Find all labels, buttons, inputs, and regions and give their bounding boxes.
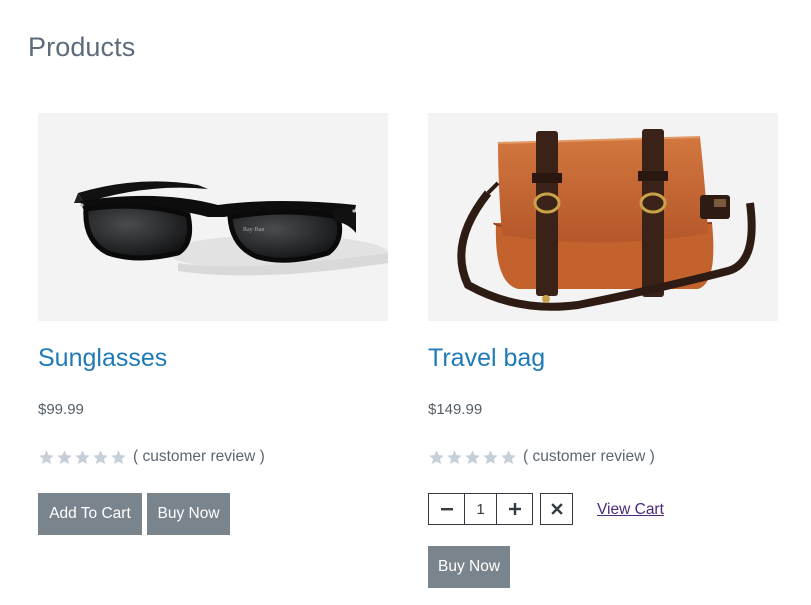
star-icon	[483, 449, 498, 464]
star-icon	[429, 449, 444, 464]
view-cart-link[interactable]: View Cart	[597, 501, 664, 519]
travel-bag-image	[457, 129, 756, 311]
add-to-cart-button[interactable]: Add To Cart	[38, 493, 142, 535]
star-icon	[501, 449, 516, 464]
product-rating: ( customer review )	[38, 447, 265, 467]
star-rating	[428, 449, 517, 466]
svg-text:Ray·Ban: Ray·Ban	[243, 227, 264, 233]
remove-from-cart-button[interactable]	[540, 493, 573, 525]
quantity-value[interactable]: 1	[464, 494, 497, 524]
product-card-sunglasses: Ray·Ban Sunglasses $99.99 ( customer rev…	[38, 113, 388, 535]
product-name-link[interactable]: Travel bag	[428, 344, 545, 373]
product-name-link[interactable]: Sunglasses	[38, 344, 167, 373]
star-icon	[465, 449, 480, 464]
increment-button[interactable]	[497, 494, 532, 524]
star-icon	[57, 449, 72, 464]
star-icon	[93, 449, 108, 464]
minus-icon	[440, 508, 453, 511]
page-title: Products	[28, 32, 136, 62]
sunglasses-image: Ray·Ban	[74, 181, 388, 276]
customer-review-count: ( customer review )	[523, 448, 655, 465]
star-rating	[38, 449, 127, 466]
star-icon	[111, 449, 126, 464]
plus-icon	[508, 503, 521, 515]
close-icon	[550, 503, 563, 515]
star-icon	[75, 449, 90, 464]
product-rating: ( customer review )	[428, 447, 655, 467]
buy-now-button[interactable]: Buy Now	[428, 546, 510, 588]
star-icon	[39, 449, 54, 464]
star-icon	[447, 449, 462, 464]
product-image-sunglasses[interactable]: Ray·Ban	[38, 113, 388, 321]
product-price: $149.99	[428, 401, 483, 418]
buy-now-button[interactable]: Buy Now	[147, 493, 230, 535]
quantity-stepper: 1	[428, 493, 533, 525]
product-image-travel-bag[interactable]	[428, 113, 778, 321]
decrement-button[interactable]	[429, 494, 464, 524]
product-card-travel-bag: Travel bag $149.99 ( customer review ) 1…	[428, 113, 778, 588]
product-price: $99.99	[38, 401, 84, 418]
customer-review-count: ( customer review )	[133, 448, 265, 465]
